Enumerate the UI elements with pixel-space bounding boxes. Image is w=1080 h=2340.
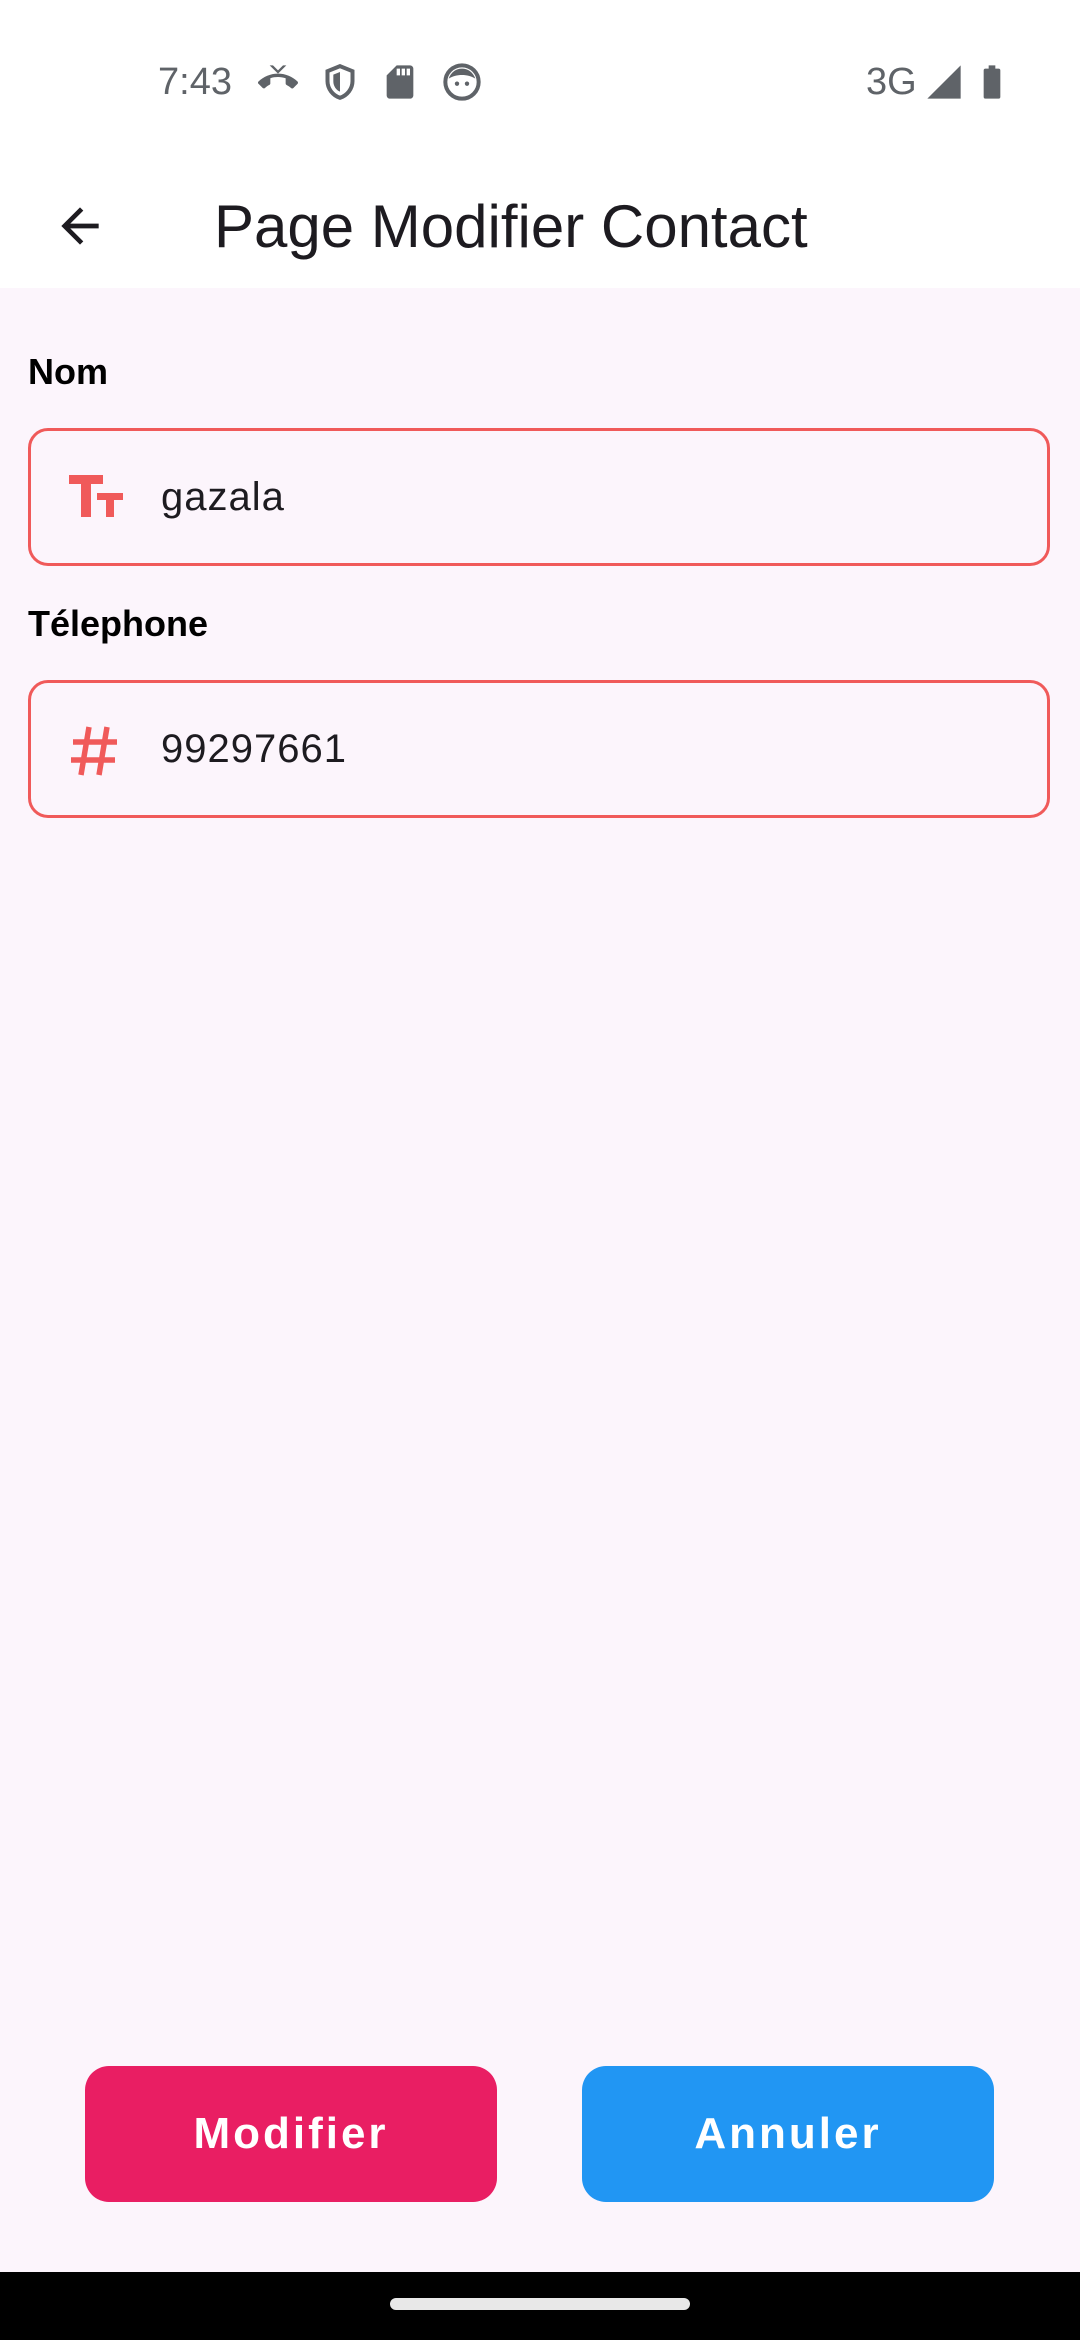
- arrow-back-icon: [61, 207, 99, 245]
- page-title: Page Modifier Contact: [214, 193, 808, 260]
- name-input[interactable]: [161, 431, 1021, 563]
- phone-field[interactable]: [28, 680, 1050, 818]
- name-label: Nom: [28, 351, 108, 392]
- face-icon: [443, 63, 481, 101]
- shield-icon: [325, 64, 355, 100]
- back-button[interactable]: [40, 186, 120, 266]
- modify-button[interactable]: Modifier: [85, 2066, 497, 2202]
- phone-input[interactable]: [161, 683, 1021, 815]
- missed-call-icon: [258, 65, 298, 89]
- phone-label: Télephone: [28, 603, 209, 644]
- app-bar: Page Modifier Contact: [0, 166, 1080, 288]
- status-time: 7:43: [158, 61, 232, 103]
- hash-icon: [71, 726, 117, 776]
- screen: 7:43 3G Page Modifier Contact Nom gazala…: [0, 0, 1080, 2340]
- text-fields-icon: [69, 475, 123, 517]
- sd-card-icon: [386, 65, 414, 99]
- signal-icon: [927, 65, 961, 99]
- battery-icon: [983, 65, 1001, 99]
- name-field[interactable]: [28, 428, 1050, 566]
- cancel-button[interactable]: Annuler: [582, 2066, 994, 2202]
- home-gesture-handle[interactable]: [390, 2298, 690, 2310]
- network-type: 3G: [866, 61, 917, 103]
- status-bar: 7:43 3G: [0, 0, 1080, 166]
